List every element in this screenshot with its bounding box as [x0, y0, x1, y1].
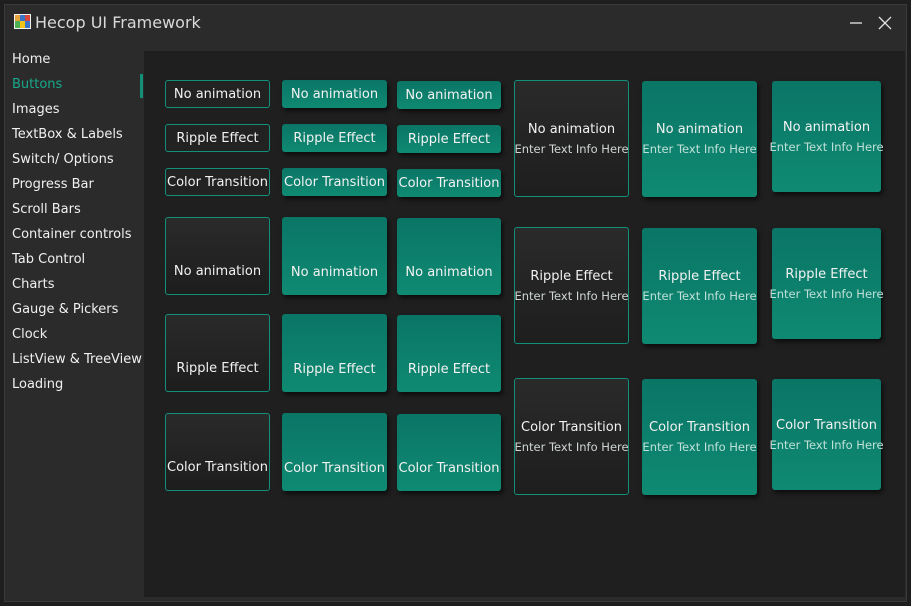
ripple-effect-square-button[interactable]: Ripple Effect: [165, 314, 270, 392]
ripple-effect-card-filled-button[interactable]: Ripple Effect Enter Text Info Here: [642, 228, 757, 344]
app-window: Hecop UI Framework Home Buttons Images T…: [4, 4, 907, 602]
ripple-effect-button[interactable]: Ripple Effect: [165, 124, 270, 152]
sidebar-item-loading[interactable]: Loading: [12, 377, 63, 392]
sidebar-nav: Home Buttons Images TextBox & Labels Swi…: [5, 45, 144, 597]
ripple-effect-filled-button-2[interactable]: Ripple Effect: [397, 125, 501, 153]
card-title: Ripple Effect: [785, 266, 868, 282]
title-bar[interactable]: Hecop UI Framework: [5, 5, 906, 41]
card-title: Color Transition: [521, 419, 622, 435]
color-transition-filled-button-2[interactable]: Color Transition: [397, 169, 501, 197]
card-title: No animation: [655, 122, 744, 137]
card-subtitle: Enter Text Info Here: [769, 437, 884, 452]
ripple-effect-square-filled-button[interactable]: Ripple Effect: [282, 314, 387, 392]
sidebar-item-images[interactable]: Images: [12, 102, 60, 117]
card-subtitle: Enter Text Info Here: [514, 288, 629, 303]
no-animation-square-filled-button-2[interactable]: No animation: [397, 218, 501, 295]
color-transition-card-filled-button-2[interactable]: Color Transition Enter Text Info Here: [769, 379, 884, 490]
content-panel: No animation Ripple Effect Color Transit…: [144, 51, 905, 597]
no-animation-card-filled-button[interactable]: No animation Enter Text Info Here: [642, 81, 757, 197]
color-transition-square-filled-button-2[interactable]: Color Transition: [397, 414, 501, 491]
sidebar-item-listview-treeview[interactable]: ListView & TreeView: [12, 352, 142, 367]
card-title: No animation: [527, 121, 616, 137]
ripple-effect-filled-button[interactable]: Ripple Effect: [282, 124, 387, 152]
no-animation-filled-button-2[interactable]: No animation: [397, 81, 501, 109]
sidebar-item-container-controls[interactable]: Container controls: [12, 227, 132, 242]
card-subtitle: Enter Text Info Here: [642, 289, 757, 303]
sidebar-item-charts[interactable]: Charts: [12, 277, 55, 292]
no-animation-square-filled-button[interactable]: No animation: [282, 217, 387, 295]
color-transition-filled-button[interactable]: Color Transition: [282, 168, 387, 196]
no-animation-button[interactable]: No animation: [165, 80, 270, 108]
active-indicator: [140, 74, 143, 98]
card-subtitle: Enter Text Info Here: [642, 142, 757, 156]
no-animation-filled-button[interactable]: No animation: [282, 80, 387, 108]
color-transition-square-button[interactable]: Color Transition: [165, 413, 270, 491]
card-subtitle: Enter Text Info Here: [642, 440, 757, 454]
sidebar-item-textbox-labels[interactable]: TextBox & Labels: [12, 127, 123, 142]
sidebar-item-home[interactable]: Home: [12, 52, 50, 67]
ripple-effect-card-button[interactable]: Ripple Effect Enter Text Info Here: [514, 227, 629, 344]
ripple-effect-square-filled-button-2[interactable]: Ripple Effect: [397, 315, 501, 392]
color-transition-button[interactable]: Color Transition: [165, 168, 270, 196]
ripple-effect-card-filled-button-2[interactable]: Ripple Effect Enter Text Info Here: [769, 228, 884, 339]
sidebar-item-clock[interactable]: Clock: [12, 327, 47, 342]
card-subtitle: Enter Text Info Here: [769, 139, 884, 154]
card-subtitle: Enter Text Info Here: [769, 286, 884, 301]
app-logo-icon: [14, 14, 31, 29]
card-title: Ripple Effect: [658, 269, 741, 284]
close-icon: [878, 16, 892, 30]
window-title: Hecop UI Framework: [35, 13, 201, 32]
card-title: Ripple Effect: [530, 268, 613, 284]
card-subtitle: Enter Text Info Here: [514, 141, 629, 156]
card-subtitle: Enter Text Info Here: [514, 439, 629, 454]
sidebar-item-tab-control[interactable]: Tab Control: [12, 252, 85, 267]
sidebar-item-buttons[interactable]: Buttons: [12, 77, 62, 92]
minimize-icon: [850, 22, 862, 24]
sidebar-item-switch-options[interactable]: Switch/ Options: [12, 152, 114, 167]
card-title: No animation: [782, 119, 871, 135]
sidebar-item-scroll-bars[interactable]: Scroll Bars: [12, 202, 81, 217]
color-transition-card-button[interactable]: Color Transition Enter Text Info Here: [514, 378, 629, 495]
card-title: Color Transition: [649, 420, 750, 435]
no-animation-card-button[interactable]: No animation Enter Text Info Here: [514, 80, 629, 197]
card-title: Color Transition: [776, 417, 877, 433]
sidebar-item-gauge-pickers[interactable]: Gauge & Pickers: [12, 302, 118, 317]
color-transition-card-filled-button[interactable]: Color Transition Enter Text Info Here: [642, 379, 757, 495]
close-button[interactable]: [873, 11, 897, 35]
no-animation-card-filled-button-2[interactable]: No animation Enter Text Info Here: [769, 81, 884, 192]
minimize-button[interactable]: [844, 11, 868, 35]
no-animation-square-button[interactable]: No animation: [165, 217, 270, 295]
sidebar-item-progress-bar[interactable]: Progress Bar: [12, 177, 94, 192]
color-transition-square-filled-button[interactable]: Color Transition: [282, 413, 387, 491]
